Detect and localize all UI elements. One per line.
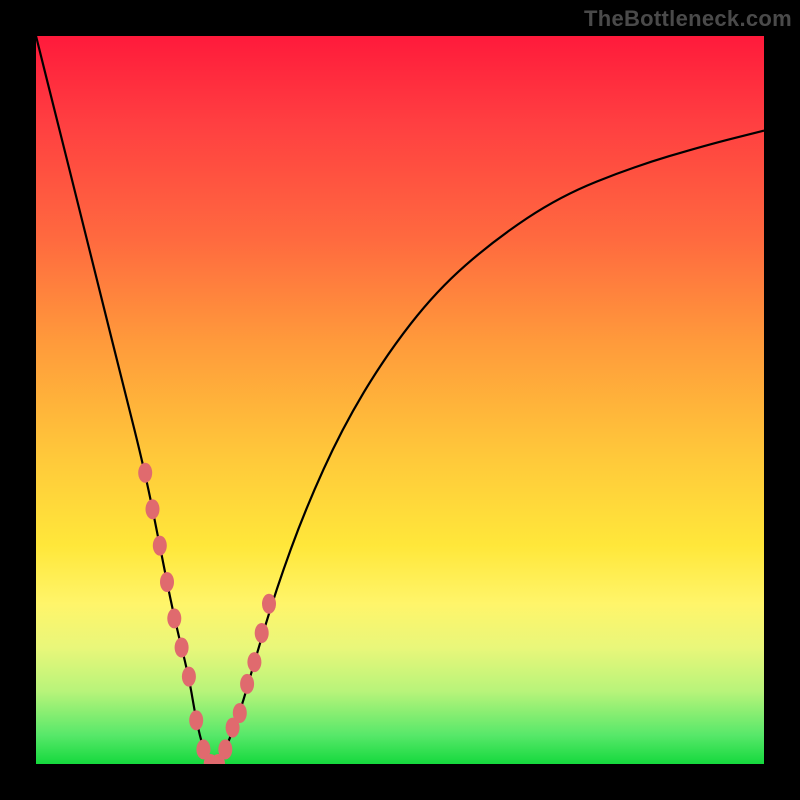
highlight-marker bbox=[175, 638, 189, 658]
highlight-marker bbox=[153, 536, 167, 556]
highlight-marker bbox=[218, 739, 232, 759]
highlight-marker bbox=[255, 623, 269, 643]
highlighted-points-group bbox=[138, 463, 276, 764]
watermark-text: TheBottleneck.com bbox=[584, 6, 792, 32]
chart-container: TheBottleneck.com bbox=[0, 0, 800, 800]
highlight-marker bbox=[160, 572, 174, 592]
highlight-marker bbox=[262, 594, 276, 614]
highlight-marker bbox=[146, 499, 160, 519]
highlight-marker bbox=[240, 674, 254, 694]
plot-area bbox=[36, 36, 764, 764]
highlight-marker bbox=[167, 608, 181, 628]
bottleneck-curve-path bbox=[36, 36, 764, 764]
highlight-marker bbox=[247, 652, 261, 672]
highlight-marker bbox=[189, 710, 203, 730]
highlight-marker bbox=[182, 667, 196, 687]
highlight-marker bbox=[138, 463, 152, 483]
curve-svg bbox=[36, 36, 764, 764]
highlight-marker bbox=[233, 703, 247, 723]
